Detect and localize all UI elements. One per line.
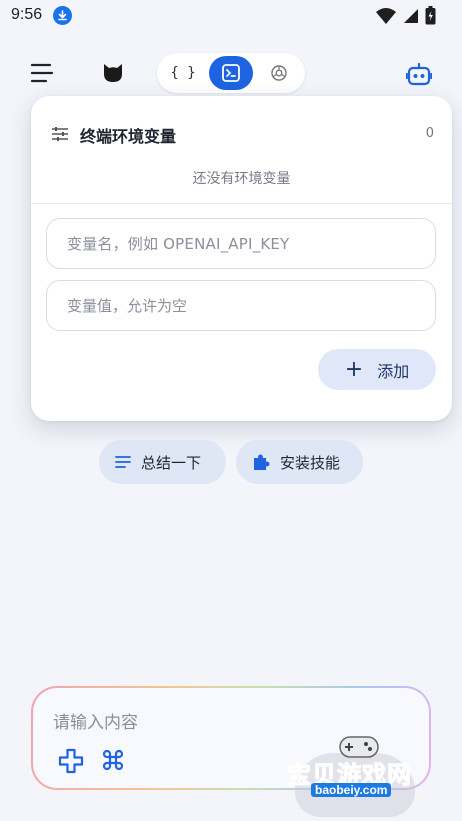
mode-terminal-button[interactable]	[209, 56, 253, 90]
signal-icon	[404, 9, 418, 23]
status-bar: 9:56	[0, 0, 462, 34]
watermark: 宝贝游戏网 baobeiy.com	[287, 735, 437, 817]
env-vars-panel: 终端环境变量 0 还没有环境变量 变量名，例如 OPENAI_API_KEY 变…	[31, 96, 452, 421]
robot-icon[interactable]	[405, 62, 433, 86]
terminal-icon	[222, 64, 240, 82]
download-icon	[53, 6, 72, 25]
add-button[interactable]: + 添加	[318, 349, 436, 390]
braces-icon: { }	[170, 65, 196, 81]
status-time: 9:56	[11, 6, 43, 23]
var-name-placeholder: 变量名，例如 OPENAI_API_KEY	[67, 235, 290, 253]
plus-icon: +	[344, 356, 364, 382]
wifi-icon	[376, 7, 396, 24]
empty-state-text: 还没有环境变量	[192, 171, 291, 187]
puzzle-icon	[254, 454, 270, 470]
command-icon[interactable]	[101, 748, 125, 776]
panel-divider	[31, 203, 452, 204]
cat-icon[interactable]	[101, 60, 125, 84]
plus-outline-icon[interactable]	[58, 748, 84, 778]
mode-switch: { }	[157, 53, 305, 93]
chip-summarize-label: 总结一下	[141, 453, 202, 472]
var-name-input[interactable]: 变量名，例如 OPENAI_API_KEY	[46, 218, 436, 269]
chip-install-skill[interactable]: 安装技能	[236, 440, 363, 484]
globe-icon	[271, 65, 287, 81]
lines-icon	[115, 456, 131, 468]
status-icons	[375, 6, 436, 25]
mode-web-button[interactable]	[257, 56, 301, 90]
menu-icon[interactable]	[30, 62, 54, 84]
panel-title: 终端环境变量	[80, 127, 177, 146]
add-button-label: 添加	[377, 361, 410, 381]
var-value-input[interactable]: 变量值，允许为空	[46, 280, 436, 331]
message-placeholder: 请输入内容	[53, 713, 138, 733]
env-var-count: 0	[425, 126, 434, 141]
chip-summarize[interactable]: 总结一下	[99, 440, 226, 484]
mode-json-button[interactable]: { }	[161, 56, 205, 90]
watermark-url: baobeiy.com	[311, 783, 392, 797]
battery-icon	[425, 6, 436, 25]
var-value-placeholder: 变量值，允许为空	[67, 297, 188, 315]
chip-install-skill-label: 安装技能	[280, 453, 341, 472]
sliders-icon	[51, 126, 69, 146]
